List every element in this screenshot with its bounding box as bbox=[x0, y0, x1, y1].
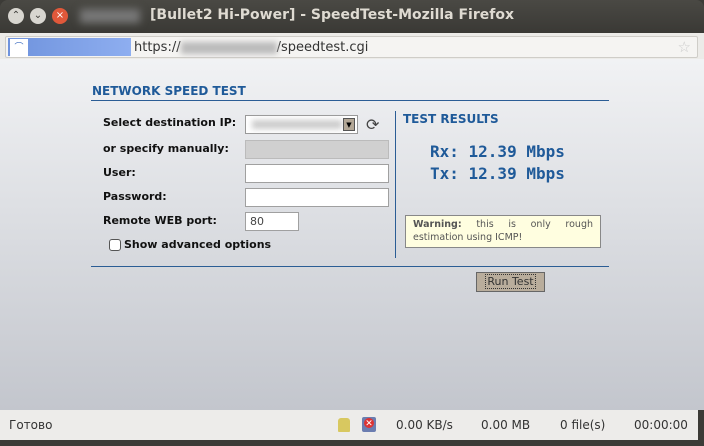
rx-value: Rx: 12.39 Mbps bbox=[430, 142, 565, 161]
download-size: 0.00 MB bbox=[481, 418, 531, 432]
port-label: Remote WEB port: bbox=[103, 214, 217, 227]
title-bar: ⌃ ⌄ × [Bullet2 Hi-Power] - SpeedTest-Moz… bbox=[0, 0, 704, 33]
favicon-icon: ⌒ bbox=[10, 39, 28, 57]
warning-label: Warning: bbox=[413, 219, 462, 230]
results-title: TEST RESULTS bbox=[403, 112, 499, 126]
divider bbox=[91, 266, 609, 267]
user-label: User: bbox=[103, 166, 136, 179]
site-identity-button[interactable]: ⌒ bbox=[8, 38, 131, 57]
refresh-icon[interactable]: ⟳ bbox=[366, 115, 379, 134]
page-content: NETWORK SPEED TEST Select destination IP… bbox=[0, 59, 704, 410]
url-prefix: https:// bbox=[134, 40, 181, 55]
divider bbox=[91, 100, 609, 101]
password-input[interactable] bbox=[245, 188, 389, 207]
bookmark-star-icon[interactable]: ☆ bbox=[678, 38, 691, 56]
close-button[interactable]: × bbox=[52, 8, 68, 24]
lock-icon[interactable] bbox=[338, 418, 350, 432]
status-text: Готово bbox=[9, 418, 53, 432]
dest-ip-label: Select destination IP: bbox=[103, 116, 237, 129]
chevron-down-icon[interactable]: ▼ bbox=[343, 118, 355, 131]
user-input[interactable] bbox=[245, 164, 389, 183]
redacted-title bbox=[80, 9, 140, 23]
url-input[interactable]: ⌒ https:// /speedtest.cgi ☆ bbox=[5, 36, 698, 58]
window-title: [Bullet2 Hi-Power] - SpeedTest-Mozilla F… bbox=[150, 7, 514, 23]
navigation-bar: ⌒ https:// /speedtest.cgi ☆ bbox=[0, 33, 704, 59]
blocked-icon[interactable]: ✕ bbox=[362, 417, 376, 432]
maximize-button[interactable]: ⌄ bbox=[30, 8, 46, 24]
run-test-label: Run Test bbox=[485, 274, 536, 289]
advanced-options-checkbox[interactable] bbox=[109, 239, 121, 251]
run-test-button[interactable]: Run Test bbox=[476, 272, 545, 292]
manual-ip-label: or specify manually: bbox=[103, 142, 229, 155]
password-label: Password: bbox=[103, 190, 167, 203]
file-count: 0 file(s) bbox=[560, 418, 606, 432]
warning-box: Warning: this is only rough estimation u… bbox=[405, 215, 601, 248]
redacted-host bbox=[180, 41, 277, 54]
minimize-button[interactable]: ⌃ bbox=[8, 8, 24, 24]
status-bar: Готово ✕ 0.00 KB/s 0.00 MB 0 file(s) 00:… bbox=[0, 410, 698, 440]
page-title: NETWORK SPEED TEST bbox=[92, 84, 246, 98]
download-speed: 0.00 KB/s bbox=[396, 418, 453, 432]
divider bbox=[395, 111, 396, 258]
url-path: /speedtest.cgi bbox=[276, 40, 369, 55]
advanced-options-label[interactable]: Show advanced options bbox=[124, 238, 271, 251]
manual-ip-input bbox=[245, 140, 389, 159]
tx-value: Tx: 12.39 Mbps bbox=[430, 164, 565, 183]
dest-ip-select[interactable]: ▼ bbox=[245, 115, 358, 134]
port-input[interactable]: 80 bbox=[245, 212, 299, 231]
elapsed-time: 00:00:00 bbox=[634, 418, 688, 432]
